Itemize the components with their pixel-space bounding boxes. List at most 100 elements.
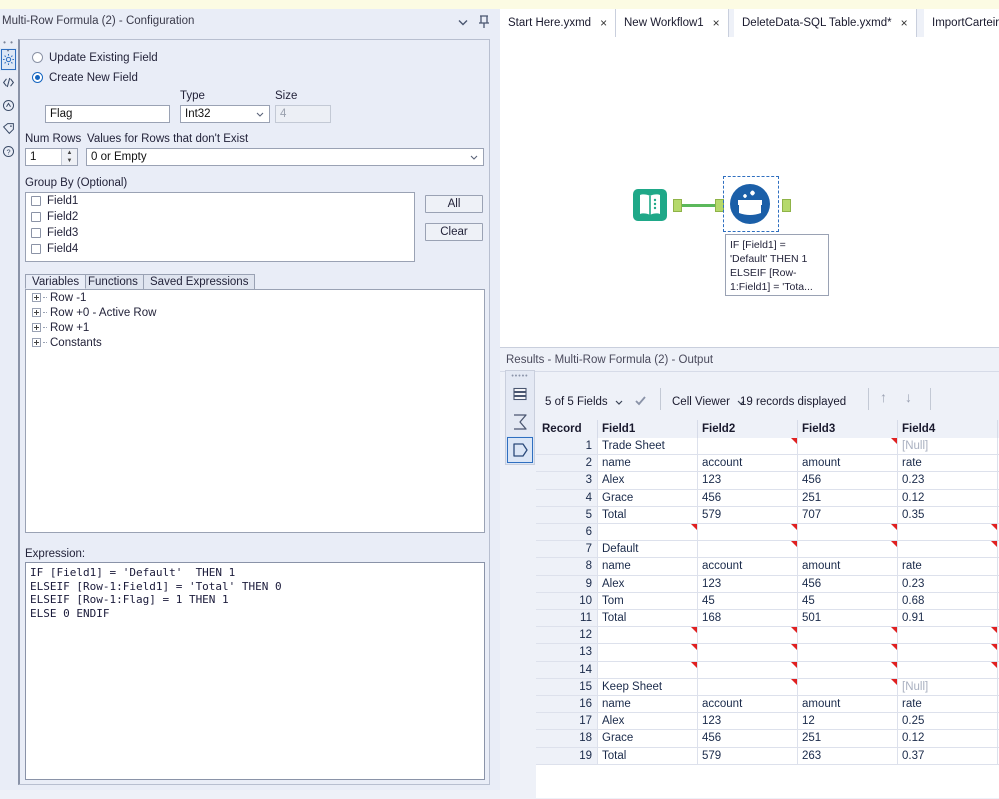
table-cell[interactable]: account xyxy=(698,455,798,472)
table-row[interactable]: 9Alex1234560.231 xyxy=(536,576,999,593)
formula-node-output-port[interactable] xyxy=(782,199,791,212)
sigma-metadata-icon[interactable] xyxy=(506,408,534,436)
table-cell[interactable]: rate xyxy=(898,455,998,472)
table-cell[interactable]: Grace xyxy=(598,730,698,747)
table-cell[interactable]: account xyxy=(698,696,798,713)
table-cell[interactable]: amount xyxy=(798,455,898,472)
table-cell[interactable]: 0.25 xyxy=(898,713,998,730)
table-cell[interactable]: account xyxy=(698,558,798,575)
table-row[interactable]: 18Grace4562510.120 xyxy=(536,730,999,747)
table-cell[interactable]: 579 xyxy=(698,507,798,524)
table-cell[interactable]: amount xyxy=(798,696,898,713)
table-row[interactable]: 4Grace4562510.120 xyxy=(536,490,999,507)
table-row[interactable]: 11Total1685010.911 xyxy=(536,610,999,627)
table-cell[interactable]: 456 xyxy=(798,472,898,489)
close-icon[interactable]: × xyxy=(600,16,607,30)
values-missing-dropdown[interactable]: 0 or Empty xyxy=(86,148,484,166)
tree-node-constants[interactable]: Constants xyxy=(26,335,484,350)
table-cell[interactable]: Total xyxy=(598,610,698,627)
book-input-icon[interactable] xyxy=(632,187,668,223)
table-cell[interactable] xyxy=(798,644,898,661)
num-rows-spinner-buttons[interactable]: ▲ ▼ xyxy=(61,149,77,165)
checkbox[interactable] xyxy=(31,228,41,238)
select-all-button[interactable]: All xyxy=(425,195,483,213)
table-cell[interactable]: Grace xyxy=(598,490,698,507)
spinner-up-icon[interactable]: ▲ xyxy=(62,149,77,157)
list-item[interactable]: Field3 xyxy=(26,225,414,241)
table-cell[interactable] xyxy=(598,662,698,679)
record-number-cell[interactable]: 18 xyxy=(536,730,598,747)
table-cell[interactable] xyxy=(598,627,698,644)
record-number-cell[interactable]: 16 xyxy=(536,696,598,713)
field-name-input[interactable]: Flag xyxy=(45,105,170,123)
input-node-output-port[interactable] xyxy=(673,199,682,212)
record-number-cell[interactable]: 2 xyxy=(536,455,598,472)
table-row[interactable]: 2nameaccountamountrate0 xyxy=(536,455,999,472)
table-cell[interactable] xyxy=(798,524,898,541)
table-cell[interactable] xyxy=(898,524,998,541)
node-annotation[interactable]: IF [Field1] = 'Default' THEN 1 ELSEIF [R… xyxy=(725,234,829,296)
tab-deletedata-sql-table[interactable]: DeleteData-SQL Table.yxmd* × xyxy=(734,9,917,37)
table-cell[interactable] xyxy=(698,438,798,455)
table-row[interactable]: 8nameaccountamountrate1 xyxy=(536,558,999,575)
tree-node-active-row[interactable]: Row +0 - Active Row xyxy=(26,305,484,320)
record-number-cell[interactable]: 8 xyxy=(536,558,598,575)
fields-selector[interactable]: 5 of 5 Fields xyxy=(545,396,624,408)
arrow-up-icon[interactable]: ↑ xyxy=(880,389,887,405)
table-cell[interactable]: name xyxy=(598,696,698,713)
table-cell[interactable] xyxy=(798,541,898,558)
table-cell[interactable]: Default xyxy=(598,541,698,558)
table-cell[interactable]: 0.68 xyxy=(898,593,998,610)
table-cell[interactable] xyxy=(698,679,798,696)
table-cell[interactable]: 456 xyxy=(698,730,798,747)
table-cell[interactable]: 251 xyxy=(798,730,898,747)
tree-node-row-minus-1[interactable]: Row -1 xyxy=(26,290,484,305)
table-cell[interactable]: rate xyxy=(898,696,998,713)
table-cell[interactable]: 579 xyxy=(698,748,798,765)
table-cell[interactable]: name xyxy=(598,558,698,575)
column-header-field3[interactable]: Field3 xyxy=(798,420,898,438)
record-number-cell[interactable]: 5 xyxy=(536,507,598,524)
record-number-cell[interactable]: 9 xyxy=(536,576,598,593)
table-cell[interactable]: Trade Sheet xyxy=(598,438,698,455)
table-cell[interactable] xyxy=(698,644,798,661)
table-cell[interactable]: 0.37 xyxy=(898,748,998,765)
table-cell[interactable] xyxy=(898,662,998,679)
record-number-cell[interactable]: 12 xyxy=(536,627,598,644)
table-icon[interactable] xyxy=(506,380,534,408)
table-row[interactable]: 17Alex123120.250 xyxy=(536,713,999,730)
table-cell[interactable]: 0.91 xyxy=(898,610,998,627)
table-row[interactable]: 10Tom45450.681 xyxy=(536,593,999,610)
tab-start-here[interactable]: Start Here.yxmd × xyxy=(500,9,616,37)
update-existing-field-radio[interactable]: Update Existing Field xyxy=(32,52,158,64)
table-cell[interactable]: 123 xyxy=(698,713,798,730)
tag-icon[interactable] xyxy=(0,117,17,140)
table-row[interactable]: 7Default1 xyxy=(536,541,999,558)
tab-importcarteira[interactable]: ImportCarteira xyxy=(924,9,999,37)
expression-editor[interactable]: IF [Field1] = 'Default' THEN 1 ELSEIF [R… xyxy=(25,562,485,780)
results-grid[interactable]: RecordField1Field2Field3Field4Flag1Trade… xyxy=(536,420,999,798)
table-cell[interactable]: Total xyxy=(598,507,698,524)
create-new-field-radio[interactable]: Create New Field xyxy=(32,72,138,84)
record-number-cell[interactable]: 7 xyxy=(536,541,598,558)
table-cell[interactable]: [Null] xyxy=(898,679,998,696)
table-row[interactable]: 19Total5792630.370 xyxy=(536,748,999,765)
table-row[interactable]: 120 xyxy=(536,627,999,644)
column-header-record[interactable]: Record xyxy=(536,420,598,438)
column-header-field1[interactable]: Field1 xyxy=(598,420,698,438)
list-item[interactable]: Field2 xyxy=(26,209,414,225)
record-number-cell[interactable]: 10 xyxy=(536,593,598,610)
tab-saved-expressions[interactable]: Saved Expressions xyxy=(143,274,255,289)
num-rows-stepper[interactable]: 1 ▲ ▼ xyxy=(25,148,78,166)
table-cell[interactable] xyxy=(798,662,898,679)
table-cell[interactable]: Tom xyxy=(598,593,698,610)
record-number-cell[interactable]: 19 xyxy=(536,748,598,765)
list-item[interactable]: Field1 xyxy=(26,193,414,209)
table-cell[interactable] xyxy=(898,541,998,558)
table-cell[interactable]: 251 xyxy=(798,490,898,507)
expand-icon[interactable] xyxy=(32,338,41,347)
table-cell[interactable]: 168 xyxy=(698,610,798,627)
help-icon[interactable]: ? xyxy=(0,140,17,163)
table-cell[interactable]: rate xyxy=(898,558,998,575)
checkbox[interactable] xyxy=(31,212,41,222)
